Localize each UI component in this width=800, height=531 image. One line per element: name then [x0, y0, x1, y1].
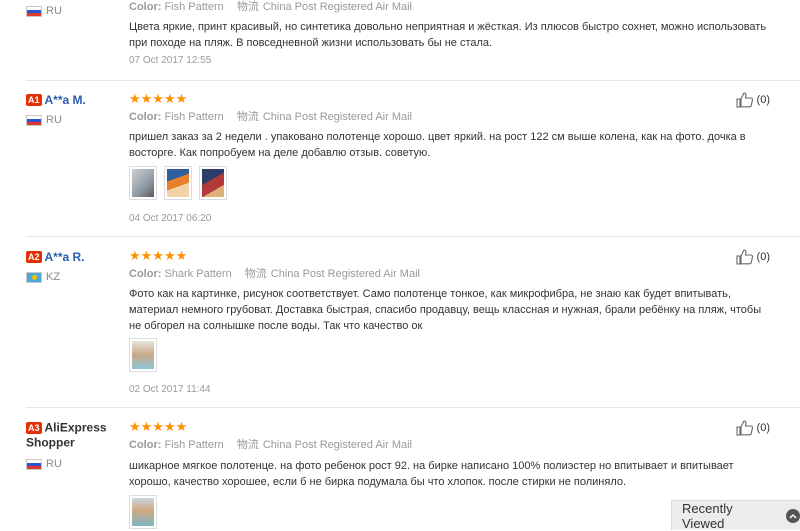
- reviewer-country: RU: [26, 114, 62, 126]
- star-rating: ★★★★★: [129, 419, 188, 434]
- review-photos: [129, 166, 227, 200]
- review-text: шикарное мягкое полотенце. на фото ребен…: [129, 460, 734, 488]
- review-meta: Color: Shark Pattern 物流 China Post Regist…: [129, 268, 420, 280]
- review-date: 04 Oct 2017 06:20: [129, 213, 212, 224]
- review-photo[interactable]: [129, 338, 157, 372]
- review-photo[interactable]: [129, 166, 157, 200]
- reviewer-country: RU: [26, 5, 62, 17]
- thumbs-up-icon: [735, 420, 753, 436]
- review-text: пришел заказ за 2 недели . упаковано пол…: [129, 131, 746, 159]
- reviewer-country: RU: [26, 458, 62, 470]
- divider: [26, 407, 800, 408]
- review-meta: Color: Fish Pattern 物流 China Post Registe…: [129, 111, 413, 123]
- star-rating: ★★★★★: [129, 248, 188, 263]
- reviewer-country: KZ: [26, 271, 60, 283]
- review-meta: Color: Fish Pattern 物流 China Post Registe…: [129, 1, 413, 13]
- chevron-up-icon: [786, 508, 800, 523]
- thumbs-up-icon: [735, 92, 753, 108]
- helpful-button[interactable]: (0): [735, 92, 770, 108]
- rank-badge: A1: [26, 93, 42, 106]
- review-date: 02 Oct 2017 11:44: [129, 384, 211, 395]
- review-text: Цвета яркие, принт красивый, но синтетик…: [129, 21, 767, 49]
- recently-viewed-button[interactable]: Recently Viewed: [671, 500, 800, 531]
- review-photos: [129, 495, 157, 529]
- review-date: 07 Oct 2017 12:55: [129, 55, 212, 66]
- divider: [26, 236, 800, 237]
- helpful-button[interactable]: (0): [735, 249, 770, 265]
- review-photo[interactable]: [199, 166, 227, 200]
- review-photo[interactable]: [129, 495, 157, 529]
- shipping-icon: 物流: [236, 111, 259, 123]
- flag-icon: [26, 271, 42, 283]
- flag-icon: [26, 458, 42, 470]
- flag-icon: [26, 114, 42, 126]
- shipping-icon: 物流: [236, 439, 259, 451]
- recently-viewed-label: Recently Viewed: [682, 500, 733, 531]
- rank-badge: A2: [26, 250, 42, 263]
- thumbs-up-icon: [735, 249, 753, 265]
- rank-badge: A3: [26, 421, 42, 434]
- reviewer-name[interactable]: A**a M.: [45, 93, 86, 107]
- reviewer-name[interactable]: A**a R.: [45, 250, 85, 264]
- star-rating: ★★★★★: [129, 91, 188, 106]
- review-photos: [129, 338, 157, 372]
- helpful-button[interactable]: (0): [735, 420, 770, 436]
- divider: [26, 80, 800, 81]
- flag-icon: [26, 5, 42, 17]
- shipping-icon: 物流: [244, 268, 267, 280]
- review-meta: Color: Fish Pattern 物流 China Post Registe…: [129, 439, 413, 451]
- shipping-icon: 物流: [236, 1, 259, 13]
- review-photo[interactable]: [164, 166, 192, 200]
- review-text: Фото как на картинке, рисунок соответств…: [129, 288, 762, 332]
